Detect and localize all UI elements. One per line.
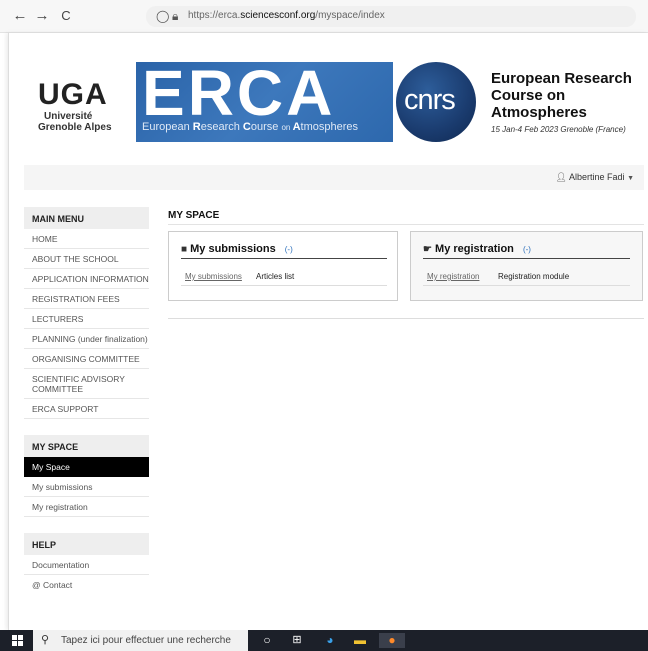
- registration-header: ☛ My registration (-): [423, 242, 531, 257]
- shield-icon[interactable]: ◯: [156, 9, 169, 23]
- lock-icon[interactable]: 🔒︎: [172, 9, 178, 23]
- hand-pointer-icon: ☛: [423, 244, 432, 255]
- my-space-title: MY SPACE: [24, 435, 149, 457]
- submissions-desc: Articles list: [256, 272, 295, 281]
- registration-title: My registration: [435, 243, 514, 255]
- submissions-title: My submissions: [190, 243, 276, 255]
- sidebar-item-lecturers[interactable]: LECTURERS: [24, 309, 149, 329]
- edge-browser-icon[interactable]: ◕: [322, 633, 338, 648]
- caret-down-icon: ▼: [627, 175, 634, 182]
- course-title: European Research Course on Atmospheres: [491, 70, 632, 121]
- cortana-icon[interactable]: ○: [259, 633, 275, 648]
- firefox-icon[interactable]: ●: [379, 633, 405, 648]
- sidebar-item-home[interactable]: HOME: [24, 229, 149, 249]
- erca-tagline: European Research Course on Atmospheres: [142, 121, 359, 133]
- user-bar: 👤︎ Albertine Fadi ▼: [24, 165, 644, 190]
- windows-start-icon[interactable]: [12, 635, 23, 646]
- registration-desc: Registration module: [498, 272, 570, 281]
- sidebar-item-about[interactable]: ABOUT THE SCHOOL: [24, 249, 149, 269]
- sidebar-item-planning[interactable]: PLANNING (under finalization): [24, 329, 149, 349]
- user-icon: 👤︎: [555, 172, 567, 182]
- main-menu-title: MAIN MENU: [24, 207, 149, 229]
- taskbar-search-placeholder: Tapez ici pour effectuer une recherche: [61, 635, 231, 646]
- sidebar-item-contact[interactable]: @ Contact: [24, 575, 149, 595]
- sidebar-item-organising[interactable]: ORGANISING COMMITTEE: [24, 349, 149, 369]
- uga-logo[interactable]: UGA Université Grenoble Alpes: [38, 78, 130, 158]
- panel-divider: [423, 258, 630, 259]
- sidebar-item-application[interactable]: APPLICATION INFORMATION: [24, 269, 149, 289]
- my-submissions-link[interactable]: My submissions: [185, 272, 242, 282]
- title-divider: [168, 224, 644, 225]
- search-icon: ⚲: [41, 634, 50, 646]
- submissions-header: ■ My submissions (-): [181, 242, 293, 257]
- uga-line1: Université: [44, 111, 93, 122]
- content-divider: [168, 318, 644, 319]
- browser-toolbar: ← → C ◯ 🔒︎ https://erca.sciencesconf.org…: [0, 0, 648, 33]
- cnrs-wordmark: cnrs: [404, 84, 456, 116]
- panel-divider: [181, 258, 387, 259]
- help-title: HELP: [24, 533, 149, 555]
- file-explorer-icon[interactable]: ▬: [352, 633, 368, 648]
- registration-panel: ☛ My registration (-) My registration Re…: [410, 231, 643, 301]
- course-dates: 15 Jan-4 Feb 2023 Grenoble (France): [491, 125, 626, 134]
- windows-taskbar: ⚲ Tapez ici pour effectuer une recherche…: [0, 630, 648, 651]
- user-menu[interactable]: 👤︎ Albertine Fadi ▼: [556, 171, 634, 185]
- sidebar-item-scientific[interactable]: SCIENTIFIC ADVISORY COMMITTEE: [24, 369, 149, 399]
- sidebar-item-fees[interactable]: REGISTRATION FEES: [24, 289, 149, 309]
- back-arrow-icon[interactable]: ←: [12, 7, 28, 25]
- sidebar: MAIN MENU HOME ABOUT THE SCHOOL APPLICAT…: [24, 207, 149, 595]
- forward-arrow-icon[interactable]: →: [34, 7, 50, 25]
- page-title: MY SPACE: [168, 210, 220, 221]
- my-registration-link[interactable]: My registration: [427, 272, 479, 282]
- document-icon: ■: [181, 244, 188, 255]
- address-bar[interactable]: ◯ 🔒︎ https://erca.sciencesconf.org/myspa…: [146, 6, 636, 27]
- sidebar-item-my-space[interactable]: My Space: [24, 457, 149, 477]
- erca-wordmark: ERCA: [142, 62, 336, 129]
- erca-banner[interactable]: ERCA European Research Course on Atmosph…: [136, 62, 393, 142]
- registration-toggle[interactable]: (-): [523, 245, 531, 254]
- panel-divider: [181, 285, 387, 286]
- panel-divider: [423, 285, 630, 286]
- task-view-icon[interactable]: ⊞: [289, 633, 305, 648]
- submissions-panel: ■ My submissions (-) My submissions Arti…: [168, 231, 398, 301]
- sidebar-item-my-registration[interactable]: My registration: [24, 497, 149, 517]
- cnrs-logo[interactable]: cnrs: [396, 62, 476, 142]
- sidebar-item-support[interactable]: ERCA SUPPORT: [24, 399, 149, 419]
- submissions-toggle[interactable]: (-): [285, 245, 293, 254]
- taskbar-search[interactable]: ⚲ Tapez ici pour effectuer une recherche: [33, 630, 248, 651]
- uga-line2: Grenoble Alpes: [38, 122, 112, 133]
- sidebar-item-documentation[interactable]: Documentation: [24, 555, 149, 575]
- reload-icon[interactable]: C: [58, 7, 74, 25]
- sidebar-item-my-submissions[interactable]: My submissions: [24, 477, 149, 497]
- uga-wordmark: UGA: [38, 78, 108, 111]
- user-name: Albertine Fadi: [569, 172, 625, 182]
- url-text: https://erca.sciencesconf.org/myspace/in…: [188, 10, 385, 21]
